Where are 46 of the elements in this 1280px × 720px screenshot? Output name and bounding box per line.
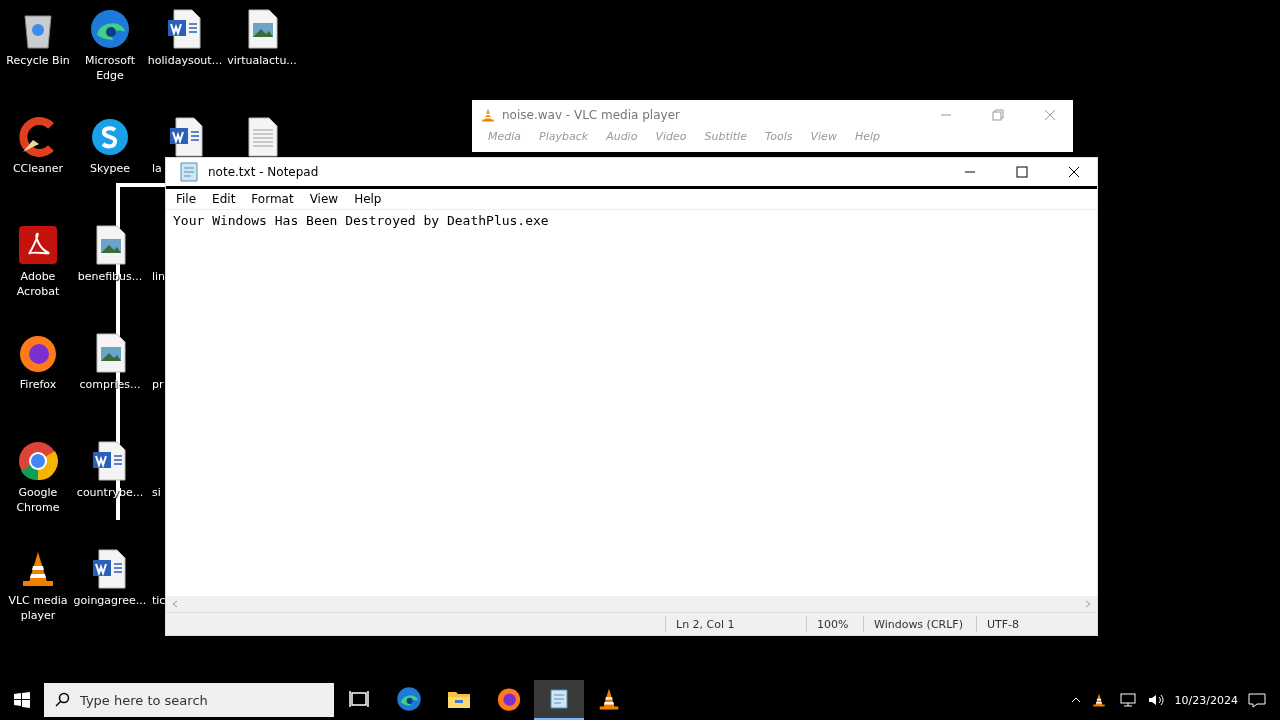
icon-label[interactable]: Microsoft Edge [73, 53, 147, 83]
icon-label[interactable]: VLC media player [1, 593, 75, 623]
icon-label[interactable]: la [152, 161, 162, 176]
close-icon [1044, 109, 1056, 121]
close-icon [1068, 166, 1080, 178]
restore-icon [992, 109, 1004, 121]
chevron-up-icon[interactable] [1070, 696, 1081, 704]
window-title: note.txt - Notepad [208, 165, 320, 179]
speaker-icon[interactable] [1146, 692, 1165, 708]
icon-label[interactable]: si [152, 485, 161, 500]
icon-label[interactable]: pr [152, 377, 164, 392]
icon-label[interactable]: goingagree... [73, 593, 147, 608]
clock-date[interactable]: 10/23/2024 [1174, 693, 1238, 707]
menu-item[interactable]: Edit [204, 192, 244, 206]
task-view-icon [348, 688, 370, 710]
window-title: noise.wav - VLC media player [502, 108, 681, 122]
icon-label[interactable]: Skypee [90, 161, 130, 176]
icon-label[interactable]: virtualactu... [227, 53, 297, 68]
status-field: Windows (CRLF) [863, 616, 976, 632]
edge-icon [396, 686, 422, 712]
icon-label[interactable]: Adobe Acrobat [1, 269, 75, 299]
menu-item[interactable]: File [168, 192, 205, 206]
taskbar-button[interactable] [534, 680, 584, 720]
status-field: UTF-8 [976, 616, 1097, 632]
menu-item[interactable]: Help [346, 192, 390, 206]
pdf-icon [17, 224, 59, 266]
status-field: Ln 2, Col 1 [665, 616, 806, 632]
search-field[interactable]: Type here to search [44, 683, 334, 717]
icon-label[interactable]: tic [152, 593, 166, 608]
icon-label[interactable]: Recycle Bin [6, 53, 70, 68]
menu-item[interactable]: View [301, 192, 347, 206]
icon-label[interactable]: CCleaner [12, 161, 64, 176]
windows-logo-icon [14, 692, 30, 708]
edge-icon [89, 8, 131, 50]
menu-item[interactable]: Format [243, 192, 302, 206]
icon-label[interactable]: Firefox [19, 377, 57, 392]
icon-label[interactable]: holidaysout... [147, 53, 223, 68]
traffic-cone-icon [1090, 692, 1107, 708]
maximize-icon [1016, 166, 1028, 178]
notification-icon[interactable] [1248, 692, 1266, 708]
chrome-icon [17, 440, 59, 482]
traffic-cone-icon [480, 107, 496, 123]
skype-icon [89, 116, 131, 158]
icon-label[interactable]: Google Chrome [1, 485, 75, 515]
status-field: 100% [806, 616, 863, 632]
icon-label[interactable]: lin [152, 269, 166, 284]
